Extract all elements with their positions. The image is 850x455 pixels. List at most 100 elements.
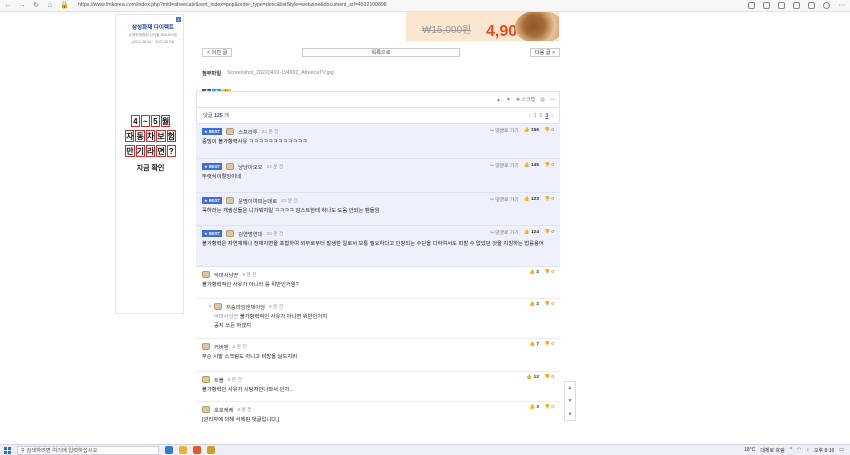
favorites-bar-icon[interactable] xyxy=(793,2,800,9)
downvote-count[interactable]: 👎 0 xyxy=(544,375,554,380)
pager-next-icon[interactable]: › xyxy=(551,113,553,119)
list-button[interactable]: 목록으로 xyxy=(302,47,460,57)
address-bar[interactable]: https://www.fmkorea.com/index.php?mid=af… xyxy=(74,1,634,10)
collections-icon[interactable] xyxy=(808,2,815,9)
volume-icon[interactable]: ♪ xyxy=(806,447,809,453)
comment-author[interactable]: 호호케케 xyxy=(214,406,234,414)
attachment-link[interactable]: Screenshot_20220410-194902_AfreecaTV.jpg xyxy=(227,70,334,77)
goto-comment-link[interactable]: ↪ 댓글로 가기 xyxy=(490,162,519,169)
page-link-current[interactable]: 3 xyxy=(545,113,548,119)
back-icon[interactable]: ← xyxy=(4,2,12,10)
comment-author[interactable]: 트볼 xyxy=(214,376,224,384)
more-icon[interactable]: ⋯ xyxy=(838,2,846,10)
forward-icon[interactable]: → xyxy=(18,2,26,10)
avatar xyxy=(226,163,235,170)
ad-cta[interactable]: 지금 확인 xyxy=(116,163,185,173)
upvote-number: 7 xyxy=(536,342,540,347)
downvote-count[interactable]: 👎 0 xyxy=(544,342,554,347)
downvote-count[interactable]: 👎 0 xyxy=(544,163,554,168)
app-icon-2[interactable] xyxy=(207,446,215,454)
edge-icon[interactable] xyxy=(165,446,173,454)
windows-start-icon[interactable] xyxy=(4,446,11,454)
stats-icon[interactable]: ▥ xyxy=(540,97,545,103)
network-icon[interactable]: ◠ xyxy=(797,447,801,453)
profile-icon[interactable] xyxy=(823,2,830,9)
upvote-count[interactable]: 👍 156 xyxy=(524,128,539,133)
upvote-count[interactable]: 👍 12 xyxy=(526,375,539,380)
attachment-row: 첨부파일 Screenshot_20220410-194902_AfreecaT… xyxy=(202,70,560,77)
comment-author[interactable]: 저승라잉앤체이엉 xyxy=(226,303,265,311)
upvote-post-icon[interactable]: ▲ xyxy=(496,97,501,103)
upvote-count[interactable]: 👍 2 xyxy=(529,270,539,275)
weather-temp[interactable]: 18°C xyxy=(744,447,755,453)
downvote-count[interactable]: 👎 0 xyxy=(544,128,554,133)
avatar xyxy=(202,271,210,278)
next-post-button[interactable]: 다음 글 > xyxy=(529,47,560,57)
reply-target[interactable]: 악마사냥꾼 xyxy=(214,314,238,320)
app-icon[interactable] xyxy=(193,446,201,454)
comment-count: 댓글 125 개 xyxy=(203,112,229,119)
upvote-count[interactable]: 👍 7 xyxy=(529,342,539,347)
pager-prev-icon[interactable]: ‹ xyxy=(529,113,531,119)
upvote-number: 124 xyxy=(531,230,540,235)
ad-char: 자 xyxy=(125,130,135,142)
comment-time: 22 분 전 xyxy=(281,199,298,204)
clock-time: 8:16 xyxy=(824,447,835,454)
upvote-count[interactable]: 👍 2 xyxy=(529,302,539,307)
tray-up-icon[interactable]: ^ xyxy=(790,447,792,453)
comment-pager: ‹ 1 2 3 › xyxy=(529,113,553,119)
comment-jump-icon[interactable]: ● xyxy=(568,411,571,417)
upvote-count[interactable]: 👍 3 xyxy=(529,405,539,410)
scroll-top-icon[interactable]: ▲ xyxy=(568,385,573,391)
downvote-number: 0 xyxy=(551,230,554,235)
comment-author[interactable]: 운명이여피는데로 xyxy=(238,197,277,205)
notification-icon[interactable]: ▭ xyxy=(839,447,844,453)
comment-author[interactable]: 냥냥이오오 xyxy=(238,163,262,171)
upvote-number: 146 xyxy=(531,163,540,168)
goto-comment-link[interactable]: ↪ 댓글로 가기 xyxy=(490,229,519,236)
goto-comment-link[interactable]: ↪ 댓글로 가기 xyxy=(490,127,519,134)
comment-author[interactable]: 커버맨 xyxy=(214,343,229,351)
scroll-bottom-icon[interactable]: ▼ xyxy=(568,398,573,404)
ad-char: 4 xyxy=(130,115,140,127)
file-explorer-icon[interactable] xyxy=(179,446,187,454)
comment-body: 뚜렷식이렇잉이네 xyxy=(202,174,241,180)
extension-icon[interactable] xyxy=(778,2,785,9)
downvote-count[interactable]: 👎 0 xyxy=(544,405,554,410)
upvote-number: 12 xyxy=(533,375,540,380)
page-link[interactable]: 1 xyxy=(534,113,537,119)
comment-author[interactable]: 김연명연대 xyxy=(238,230,262,238)
downvote-count[interactable]: 👎 0 xyxy=(544,302,554,307)
home-icon[interactable]: ⌂ xyxy=(46,2,54,10)
goto-comment-link[interactable]: ↪ 댓글로 가기 xyxy=(490,196,519,203)
upvote-count[interactable]: 👍 124 xyxy=(524,230,539,235)
taskbar-search[interactable]: ⚲ 검색하려면 여기에 입력하십시오 xyxy=(17,445,159,455)
refresh-icon[interactable]: ↻ xyxy=(32,2,40,10)
upvote-count[interactable]: 👍 123 xyxy=(524,197,539,202)
upvote-count[interactable]: 👍 146 xyxy=(524,163,539,168)
clock[interactable]: 오후 8:16 xyxy=(814,447,834,454)
prev-post-button[interactable]: < 이전 글 xyxy=(202,47,233,57)
comment-author[interactable]: 악마사냥꾼 xyxy=(214,271,238,279)
best-comment: ★ BEST 냥냥이오오 24 분 전 뚜렷식이렇잉이네 ↪ 댓글로 가기 👍 … xyxy=(196,159,560,193)
downvote-post-icon[interactable]: ▼ xyxy=(506,97,511,103)
scrap-button[interactable]: ✚ 스크랩 xyxy=(516,96,535,103)
ad-brand-block: 삼성화재 다이렉트 손해보험협회 심의필 제41519호 (2021.08.04… xyxy=(124,23,182,45)
more-menu-icon[interactable]: — xyxy=(550,97,555,103)
favorite-icon[interactable] xyxy=(763,2,770,9)
ad-close-icon[interactable]: X xyxy=(176,17,181,22)
lock-icon[interactable]: 🔒 xyxy=(60,2,69,10)
downvote-count[interactable]: 👎 0 xyxy=(544,230,554,235)
side-advertisement[interactable]: X 삼성화재 다이렉트 손해보험협회 심의필 제41519호 (2021.08.… xyxy=(115,14,184,314)
read-aloud-icon[interactable] xyxy=(748,2,755,9)
ad-notice-1: 손해보험협회 심의필 제41519호 xyxy=(128,33,178,37)
weather-desc[interactable]: 대체로 흐림 xyxy=(760,447,784,454)
avatar xyxy=(202,376,210,383)
banner-old-price: ₩15,000원 xyxy=(422,25,472,36)
comment-author[interactable]: 스프라투 xyxy=(238,128,258,136)
goto-comment-label: 댓글로 가기 xyxy=(495,198,519,203)
downvote-count[interactable]: 👎 0 xyxy=(544,197,554,202)
downvote-count[interactable]: 👎 0 xyxy=(544,270,554,275)
top-banner-ad[interactable]: ₩15,000원 4,900원 xyxy=(406,12,559,41)
page-link[interactable]: 2 xyxy=(539,113,542,119)
